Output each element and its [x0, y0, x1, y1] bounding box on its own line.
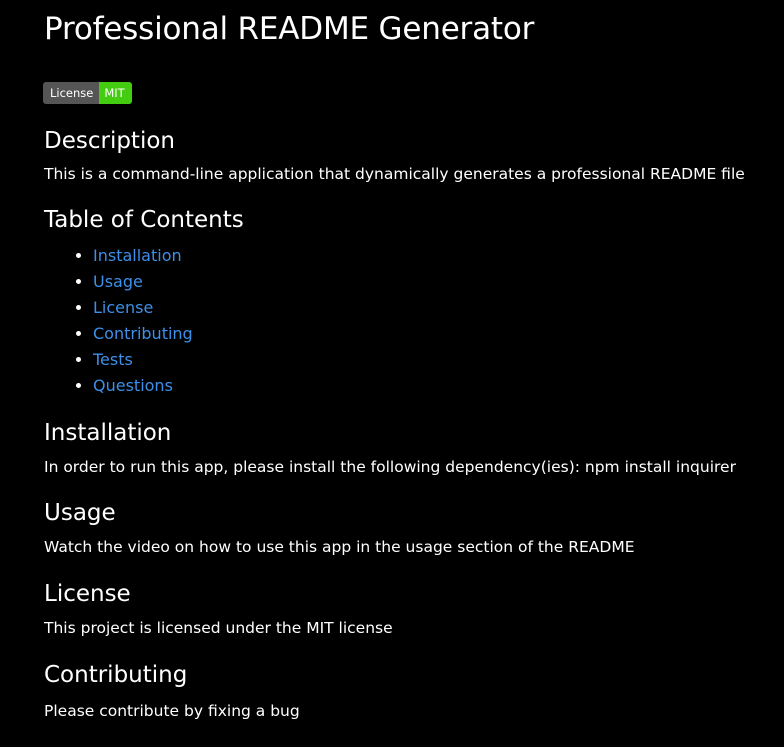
toc-link-contributing[interactable]: Contributing — [93, 324, 193, 343]
installation-heading: Installation — [44, 420, 172, 446]
toc-link-usage[interactable]: Usage — [93, 272, 143, 291]
toc-item-usage: Usage — [93, 269, 784, 295]
toc-item-tests: Tests — [93, 347, 784, 373]
contributing-text: Please contribute by fixing a bug — [44, 702, 300, 720]
toc-list: Installation Usage License Contributing … — [44, 243, 784, 399]
toc-heading: Table of Contents — [44, 207, 244, 233]
readme-page: Professional README Generator License MI… — [0, 0, 784, 722]
toc-link-license[interactable]: License — [93, 298, 153, 317]
license-heading: License — [44, 581, 131, 607]
license-badge-value: MIT — [99, 82, 132, 104]
toc-link-questions[interactable]: Questions — [93, 376, 173, 395]
toc-item-contributing: Contributing — [93, 321, 784, 347]
license-badge: License MIT — [43, 82, 132, 104]
installation-text: In order to run this app, please install… — [44, 458, 736, 476]
description-text: This is a command-line application that … — [44, 165, 745, 183]
usage-text: Watch the video on how to use this app i… — [44, 538, 635, 556]
usage-heading: Usage — [44, 500, 116, 526]
toc-item-license: License — [93, 295, 784, 321]
license-text: This project is licensed under the MIT l… — [44, 619, 393, 637]
toc-link-installation[interactable]: Installation — [93, 246, 182, 265]
contributing-heading: Contributing — [44, 662, 188, 688]
description-heading: Description — [44, 128, 175, 154]
toc-item-questions: Questions — [93, 373, 784, 399]
license-badge-label: License — [43, 82, 100, 104]
page-title: Professional README Generator — [44, 11, 535, 47]
toc-link-tests[interactable]: Tests — [93, 350, 133, 369]
toc-item-installation: Installation — [93, 243, 784, 269]
